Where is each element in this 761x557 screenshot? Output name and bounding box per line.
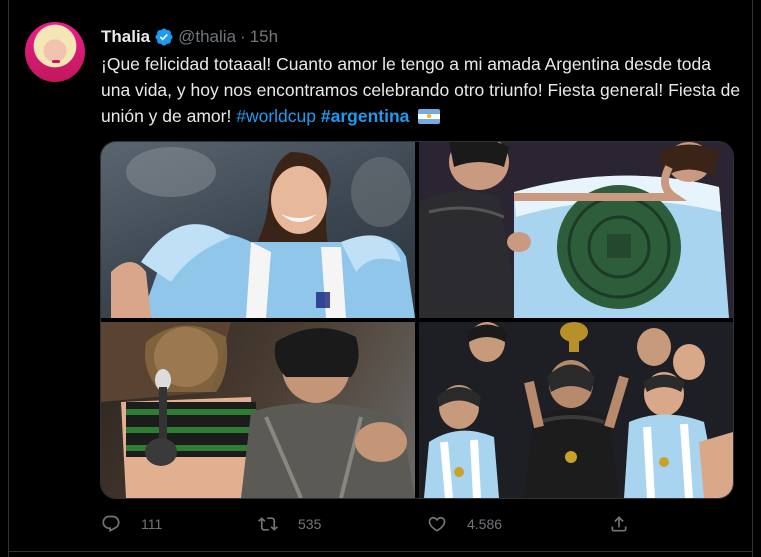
like-count: 4.586 [467, 516, 503, 532]
verified-badge-icon [155, 28, 173, 46]
retweet-action[interactable]: 535 [258, 507, 321, 541]
timestamp[interactable]: 15h [250, 27, 278, 47]
share-action[interactable] [609, 507, 629, 541]
like-action[interactable]: 4.586 [427, 507, 502, 541]
photo-concert-duet[interactable] [101, 322, 415, 498]
hashtag-argentina[interactable]: #argentina [321, 106, 410, 126]
retweet-icon [258, 517, 278, 531]
avatar[interactable] [25, 22, 85, 82]
media-grid [100, 141, 734, 499]
separator-dot: · [240, 27, 246, 46]
photo-flag-celebration[interactable] [419, 142, 733, 318]
tweet-text: ¡Que felicidad totaaal! Cuanto amor le t… [101, 51, 741, 129]
user-handle[interactable]: @thalia [178, 27, 236, 47]
retweet-count: 535 [298, 516, 322, 532]
bottom-divider [8, 551, 753, 552]
display-name[interactable]: Thalia [101, 27, 150, 47]
reply-count: 111 [141, 516, 163, 532]
hashtag-worldcup[interactable]: #worldcup [236, 106, 316, 126]
photo-thalia-jersey[interactable] [101, 142, 415, 318]
tweet-actions: 111 535 4.586 [101, 507, 731, 541]
tweet-header: Thalia @thalia · 15h [101, 25, 278, 49]
avatar-lips [52, 60, 60, 63]
share-icon [611, 516, 627, 532]
reply-action[interactable]: 111 [101, 507, 162, 541]
argentina-flag-icon [418, 109, 441, 124]
reply-icon [102, 515, 120, 533]
heart-icon [428, 516, 446, 532]
photo-team-celebration[interactable] [419, 322, 733, 498]
